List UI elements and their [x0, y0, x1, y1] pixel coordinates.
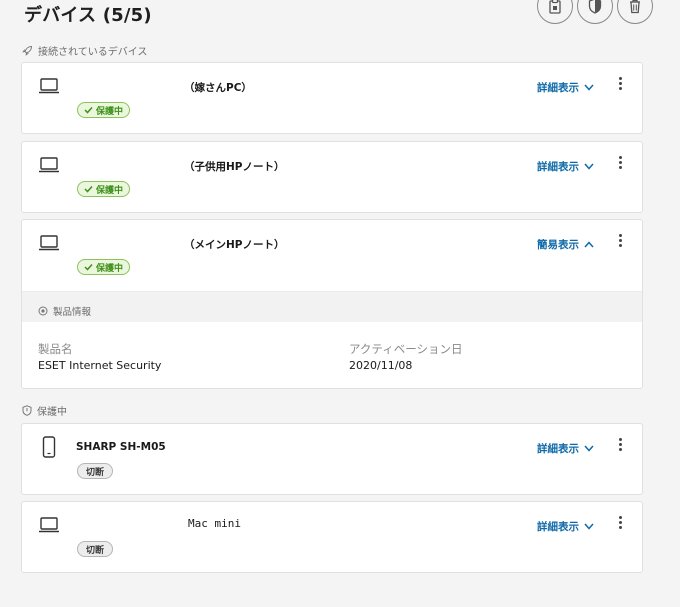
device-card: Mac mini 切断 詳細表示 [21, 501, 643, 573]
details-toggle[interactable]: 簡易表示 [537, 237, 594, 252]
laptop-icon [39, 157, 59, 173]
product-info-heading: 製品情報 [38, 304, 91, 318]
product-name-label: 製品名 [38, 342, 73, 356]
shield-button[interactable] [577, 0, 613, 24]
details-toggle-label: 詳細表示 [537, 161, 579, 173]
laptop-icon [39, 517, 59, 533]
device-card: SHARP SH-M05 切断 詳細表示 [21, 423, 643, 495]
delete-button[interactable] [617, 0, 653, 24]
more-menu-button[interactable] [616, 438, 624, 452]
chevron-down-icon [584, 523, 594, 530]
details-toggle-label: 詳細表示 [537, 82, 579, 94]
more-menu-button[interactable] [616, 234, 624, 248]
status-badge-label: 切断 [86, 467, 105, 478]
activation-date-value: 2020/11/08 [349, 359, 413, 372]
more-menu-button[interactable] [616, 156, 624, 170]
status-badge-label: 切断 [86, 545, 105, 556]
clipboard-icon [549, 0, 561, 14]
section-connected: 接続されているデバイス [22, 43, 147, 58]
section-connected-label: 接続されているデバイス [38, 47, 148, 58]
chevron-down-icon [584, 84, 594, 91]
phone-icon [42, 436, 56, 458]
clipboard-button[interactable] [537, 0, 573, 24]
status-badge-label: 保護中 [96, 106, 124, 117]
device-card: （子供用HPノート） 保護中 詳細表示 [21, 141, 643, 213]
page-title: デバイス (5/5) [24, 5, 152, 26]
chevron-up-icon [584, 241, 594, 248]
rocket-icon [22, 45, 33, 56]
device-card: （嫁さんPC） 保護中 詳細表示 [21, 62, 643, 134]
details-toggle[interactable]: 詳細表示 [537, 80, 594, 95]
status-badge: 保護中 [77, 259, 131, 275]
status-badge: 保護中 [77, 181, 131, 197]
status-badge-label: 保護中 [96, 185, 124, 196]
check-icon [84, 263, 93, 271]
check-icon [84, 185, 93, 193]
section-protected-label: 保護中 [37, 407, 67, 418]
details-toggle-label: 詳細表示 [537, 443, 579, 455]
shield-icon [22, 405, 32, 416]
device-name: （嫁さんPC） [184, 82, 252, 94]
device-name: （子供用HPノート） [184, 161, 285, 173]
more-menu-button[interactable] [616, 516, 624, 530]
laptop-icon [39, 78, 59, 94]
laptop-icon [39, 235, 59, 251]
details-toggle-label: 簡易表示 [537, 239, 579, 251]
top-actions [537, 0, 653, 24]
more-menu-button[interactable] [616, 77, 624, 91]
trash-icon [630, 0, 640, 14]
product-info-header: 製品情報 [22, 291, 642, 322]
device-name: Mac mini [188, 517, 241, 530]
status-badge: 保護中 [77, 102, 131, 118]
shield-icon [588, 0, 602, 14]
status-badge: 切断 [77, 463, 114, 479]
device-name: （メインHPノート） [184, 239, 285, 251]
chevron-down-icon [584, 445, 594, 452]
activation-date-label: アクティベーション日 [349, 342, 463, 356]
status-badge: 切断 [77, 541, 114, 557]
product-name-value: ESET Internet Security [38, 359, 162, 372]
device-name: SHARP SH-M05 [76, 441, 166, 453]
chevron-down-icon [584, 163, 594, 170]
status-badge-label: 保護中 [96, 263, 124, 274]
details-toggle-label: 詳細表示 [537, 521, 579, 533]
details-toggle[interactable]: 詳細表示 [537, 159, 594, 174]
device-card-expanded: （メインHPノート） 保護中 簡易表示 製品情報 製品名 ESET Intern… [21, 219, 643, 389]
details-toggle[interactable]: 詳細表示 [537, 519, 594, 534]
section-protected: 保護中 [22, 403, 67, 418]
details-toggle[interactable]: 詳細表示 [537, 441, 594, 456]
check-icon [84, 106, 93, 114]
product-info-heading-label: 製品情報 [53, 307, 92, 318]
info-circle-icon [38, 306, 48, 316]
